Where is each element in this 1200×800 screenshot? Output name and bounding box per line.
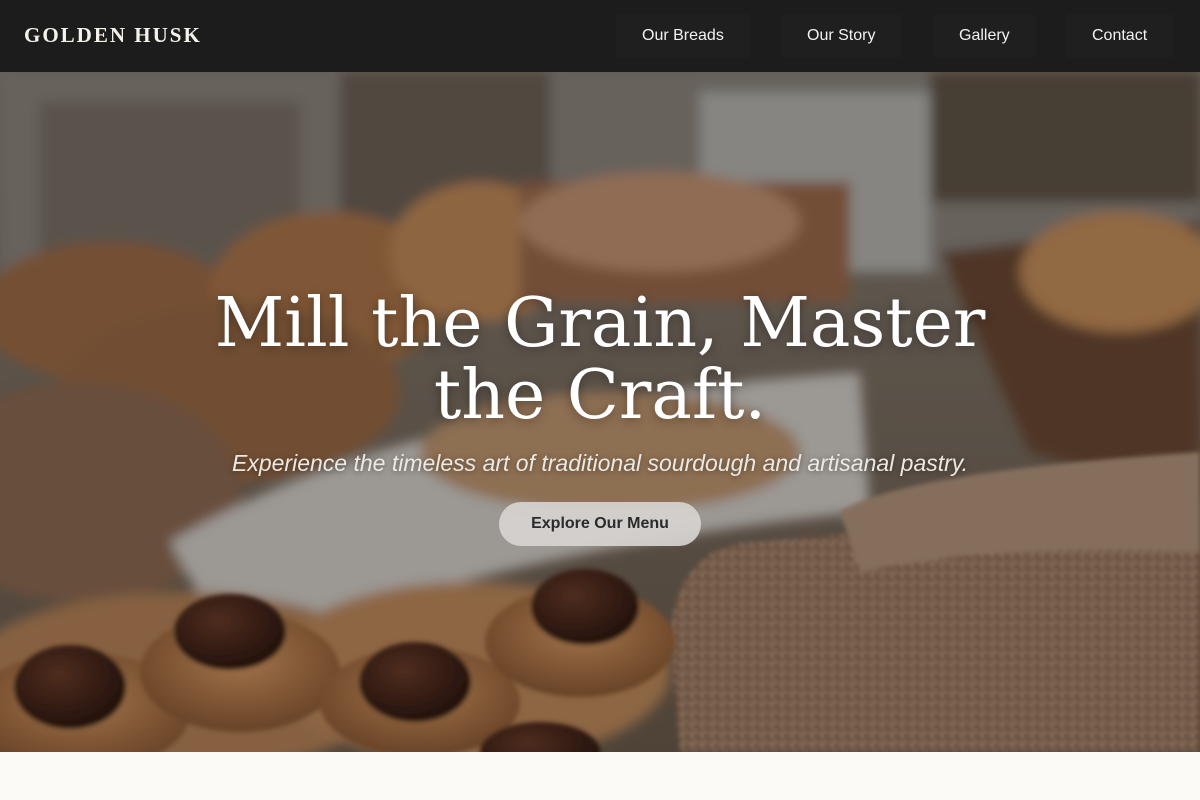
hero-subtitle: Experience the timeless art of tradition…: [232, 450, 968, 476]
brand-logo[interactable]: GOLDEN HUSK: [24, 23, 202, 48]
nav-item-contact[interactable]: Contact: [1066, 14, 1174, 58]
top-navbar: GOLDEN HUSK Our Breads Our Story Gallery…: [0, 0, 1200, 72]
nav-item-our-breads[interactable]: Our Breads: [616, 14, 750, 58]
hero-section: Mill the Grain, Master the Craft. Experi…: [0, 72, 1200, 752]
explore-menu-button[interactable]: Explore Our Menu: [499, 502, 701, 546]
page-content-start: [0, 752, 1200, 800]
nav-item-gallery[interactable]: Gallery: [933, 14, 1036, 58]
hero-title: Mill the Grain, Master the Craft.: [214, 284, 986, 435]
nav-item-our-story[interactable]: Our Story: [781, 14, 902, 58]
